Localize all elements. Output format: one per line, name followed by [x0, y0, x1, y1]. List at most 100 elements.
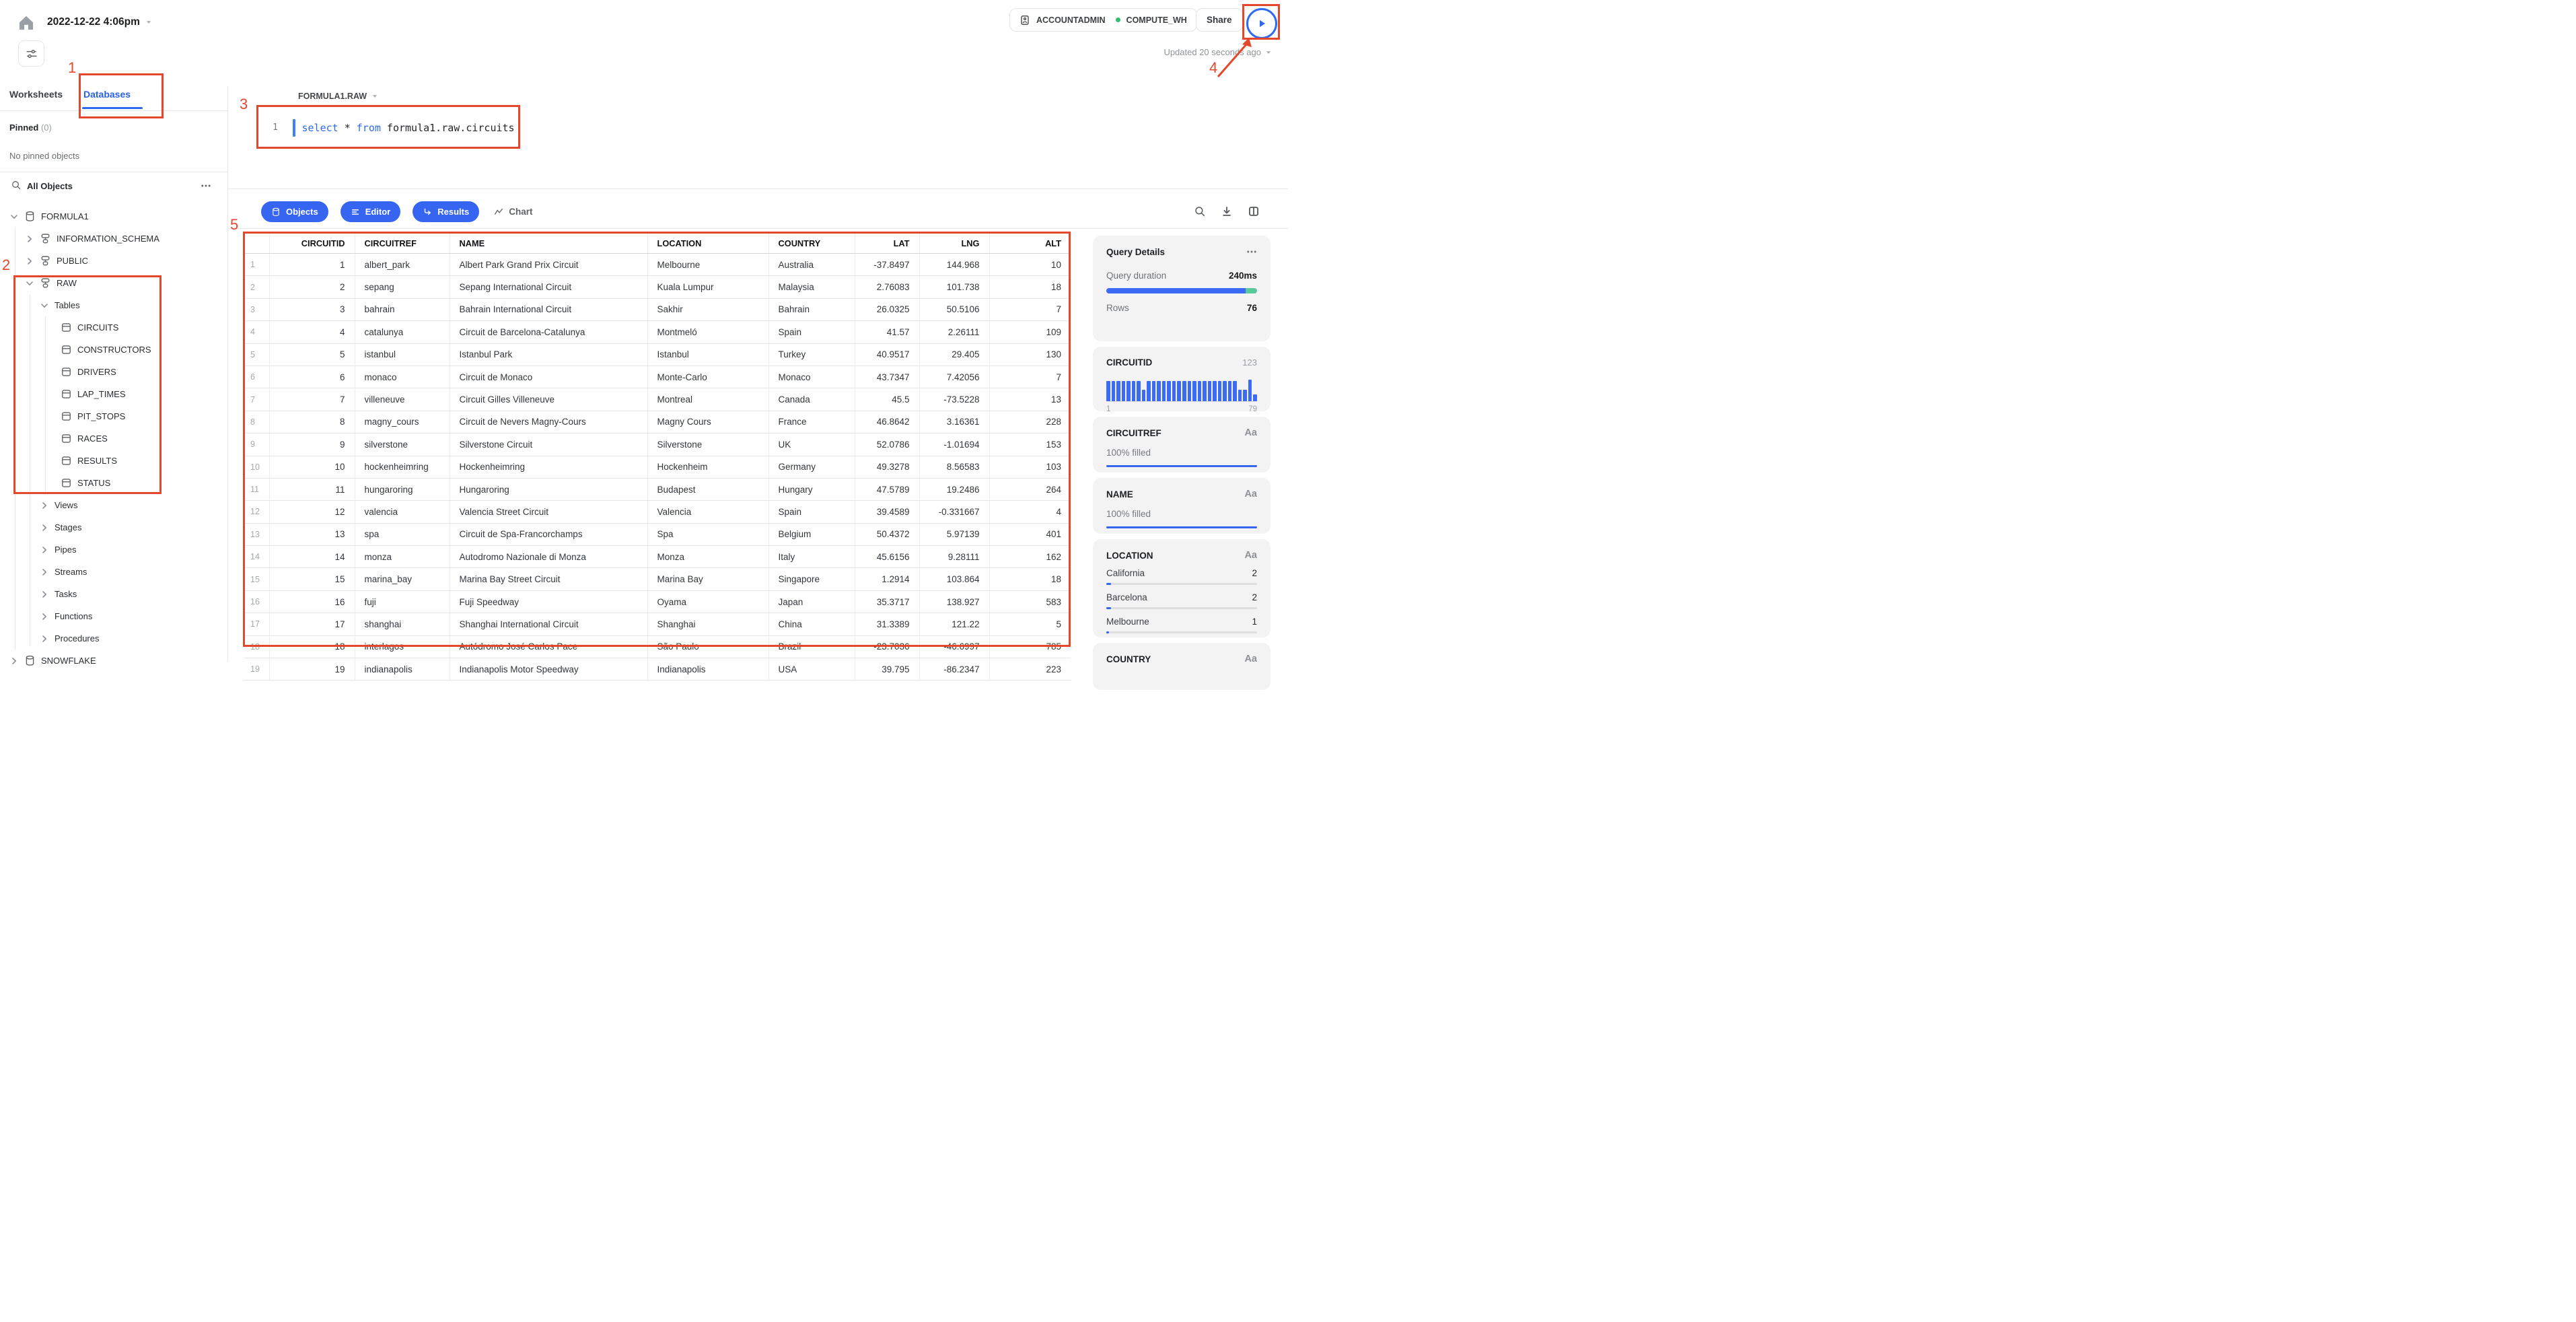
cell-location[interactable]: São Paulo: [647, 635, 769, 659]
cell-alt[interactable]: 4: [989, 500, 1071, 524]
tree-item-tables[interactable]: Tables: [0, 294, 227, 316]
cell-name[interactable]: Marina Bay Street Circuit: [450, 567, 648, 591]
cell-country[interactable]: Japan: [768, 590, 855, 614]
table-row[interactable]: 3 3 bahrain Bahrain International Circuit Sa…: [244, 298, 1071, 322]
cell-location[interactable]: Kuala Lumpur: [647, 275, 769, 299]
cell-lat[interactable]: 39.4589: [855, 500, 920, 524]
cell-name[interactable]: Indianapolis Motor Speedway: [450, 658, 648, 681]
cell-circuitref[interactable]: monaco: [355, 366, 450, 389]
cell-name[interactable]: Circuit de Monaco: [450, 366, 648, 389]
cell-name[interactable]: Hockenheimring: [450, 456, 648, 479]
cell-name[interactable]: Autódromo José Carlos Pace: [450, 635, 648, 659]
cell-country[interactable]: Spain: [768, 320, 855, 344]
cell-location[interactable]: Silverstone: [647, 433, 769, 456]
table-row[interactable]: 2 2 sepang Sepang International Circuit Kual…: [244, 275, 1071, 299]
tree-item-status[interactable]: STATUS: [0, 472, 227, 494]
cell-name[interactable]: Circuit de Spa-Francorchamps: [450, 523, 648, 547]
cell-country[interactable]: Italy: [768, 545, 855, 569]
cell-lat[interactable]: 50.4372: [855, 523, 920, 547]
cell-name[interactable]: Albert Park Grand Prix Circuit: [450, 253, 648, 277]
cell-circuitid[interactable]: 17: [269, 613, 355, 636]
cell-circuitid[interactable]: 6: [269, 366, 355, 389]
cell-circuitid[interactable]: 1: [269, 253, 355, 277]
cell-alt[interactable]: 228: [989, 411, 1071, 434]
cell-circuitref[interactable]: silverstone: [355, 433, 450, 456]
table-row[interactable]: 8 8 magny_cours Circuit de Nevers Magny-Cou…: [244, 411, 1071, 434]
chevron-right-icon[interactable]: [24, 256, 35, 267]
cell-alt[interactable]: 5: [989, 613, 1071, 636]
cell-circuitid[interactable]: 3: [269, 298, 355, 322]
cell-alt[interactable]: 223: [989, 658, 1071, 681]
table-row[interactable]: 6 6 monaco Circuit de Monaco Monte-Carlo Mona…: [244, 366, 1071, 389]
cell-alt[interactable]: 13: [989, 388, 1071, 411]
cell-lng[interactable]: -73.5228: [919, 388, 990, 411]
cell-lat[interactable]: 26.0325: [855, 298, 920, 322]
cell-circuitid[interactable]: 8: [269, 411, 355, 434]
table-row[interactable]: 1 1 albert_park Albert Park Grand Prix Circ…: [244, 253, 1071, 277]
cell-lat[interactable]: -37.8497: [855, 253, 920, 277]
cell-name[interactable]: Hungaroring: [450, 478, 648, 501]
cell-circuitref[interactable]: shanghai: [355, 613, 450, 636]
cell-circuitid[interactable]: 4: [269, 320, 355, 344]
column-header-circuitref[interactable]: CIRCUITREF: [355, 234, 450, 254]
cell-circuitid[interactable]: 2: [269, 275, 355, 299]
cell-lng[interactable]: 138.927: [919, 590, 990, 614]
cell-alt[interactable]: 103: [989, 456, 1071, 479]
cell-lng[interactable]: 121.22: [919, 613, 990, 636]
cell-location[interactable]: Shanghai: [647, 613, 769, 636]
cell-circuitref[interactable]: albert_park: [355, 253, 450, 277]
cell-lat[interactable]: 2.76083: [855, 275, 920, 299]
cell-alt[interactable]: 109: [989, 320, 1071, 344]
tree-item-tasks[interactable]: Tasks: [0, 583, 227, 605]
cell-circuitid[interactable]: 9: [269, 433, 355, 456]
cell-circuitid[interactable]: 14: [269, 545, 355, 569]
cell-location[interactable]: Budapest: [647, 478, 769, 501]
cell-country[interactable]: Monaco: [768, 366, 855, 389]
cell-circuitref[interactable]: monza: [355, 545, 450, 569]
cell-circuitref[interactable]: catalunya: [355, 320, 450, 344]
cell-lng[interactable]: 9.28111: [919, 545, 990, 569]
column-header-circuitid[interactable]: CIRCUITID: [269, 234, 355, 254]
cell-lat[interactable]: 35.3717: [855, 590, 920, 614]
cell-lng[interactable]: 3.16361: [919, 411, 990, 434]
tree-item-pipes[interactable]: Pipes: [0, 538, 227, 561]
cell-lat[interactable]: 45.5: [855, 388, 920, 411]
cell-lat[interactable]: 52.0786: [855, 433, 920, 456]
cell-country[interactable]: Spain: [768, 500, 855, 524]
table-row[interactable]: 18 18 interlagos Autódromo José Carlos Pace…: [244, 635, 1071, 659]
cell-lat[interactable]: 47.5789: [855, 478, 920, 501]
chevron-right-icon[interactable]: [9, 656, 20, 666]
worksheet-title-menu[interactable]: 2022-12-22 4:06pm: [47, 16, 152, 28]
search-results-icon[interactable]: [1194, 205, 1206, 217]
cell-country[interactable]: Singapore: [768, 567, 855, 591]
cell-country[interactable]: UK: [768, 433, 855, 456]
split-columns-icon[interactable]: [1248, 205, 1260, 217]
tree-item-information_schema[interactable]: INFORMATION_SCHEMA: [0, 228, 227, 250]
cell-circuitref[interactable]: interlagos: [355, 635, 450, 659]
column-header-country[interactable]: COUNTRY: [768, 234, 855, 254]
chevron-right-icon[interactable]: [39, 589, 50, 600]
cell-location[interactable]: Magny Cours: [647, 411, 769, 434]
cell-lat[interactable]: -23.7036: [855, 635, 920, 659]
chevron-right-icon[interactable]: [39, 611, 50, 622]
column-header-lat[interactable]: LAT: [855, 234, 920, 254]
cell-location[interactable]: Montmeló: [647, 320, 769, 344]
cell-lng[interactable]: 103.864: [919, 567, 990, 591]
updated-status[interactable]: Updated 20 seconds ago: [1043, 47, 1272, 57]
cell-name[interactable]: Shanghai International Circuit: [450, 613, 648, 636]
tree-item-constructors[interactable]: CONSTRUCTORS: [0, 339, 227, 361]
cell-alt[interactable]: 18: [989, 275, 1071, 299]
cell-lat[interactable]: 49.3278: [855, 456, 920, 479]
cell-alt[interactable]: 18: [989, 567, 1071, 591]
table-row[interactable]: 16 16 fuji Fuji Speedway Oyama Japan 35.3717 13…: [244, 590, 1071, 614]
cell-country[interactable]: Hungary: [768, 478, 855, 501]
cell-country[interactable]: China: [768, 613, 855, 636]
table-row[interactable]: 10 10 hockenheimring Hockenheimring Hockenhe…: [244, 456, 1071, 479]
cell-circuitid[interactable]: 12: [269, 500, 355, 524]
chevron-right-icon[interactable]: [39, 500, 50, 511]
tree-item-streams[interactable]: Streams: [0, 561, 227, 583]
cell-location[interactable]: Montreal: [647, 388, 769, 411]
cell-lng[interactable]: 19.2486: [919, 478, 990, 501]
cell-country[interactable]: Canada: [768, 388, 855, 411]
download-icon[interactable]: [1221, 205, 1233, 217]
